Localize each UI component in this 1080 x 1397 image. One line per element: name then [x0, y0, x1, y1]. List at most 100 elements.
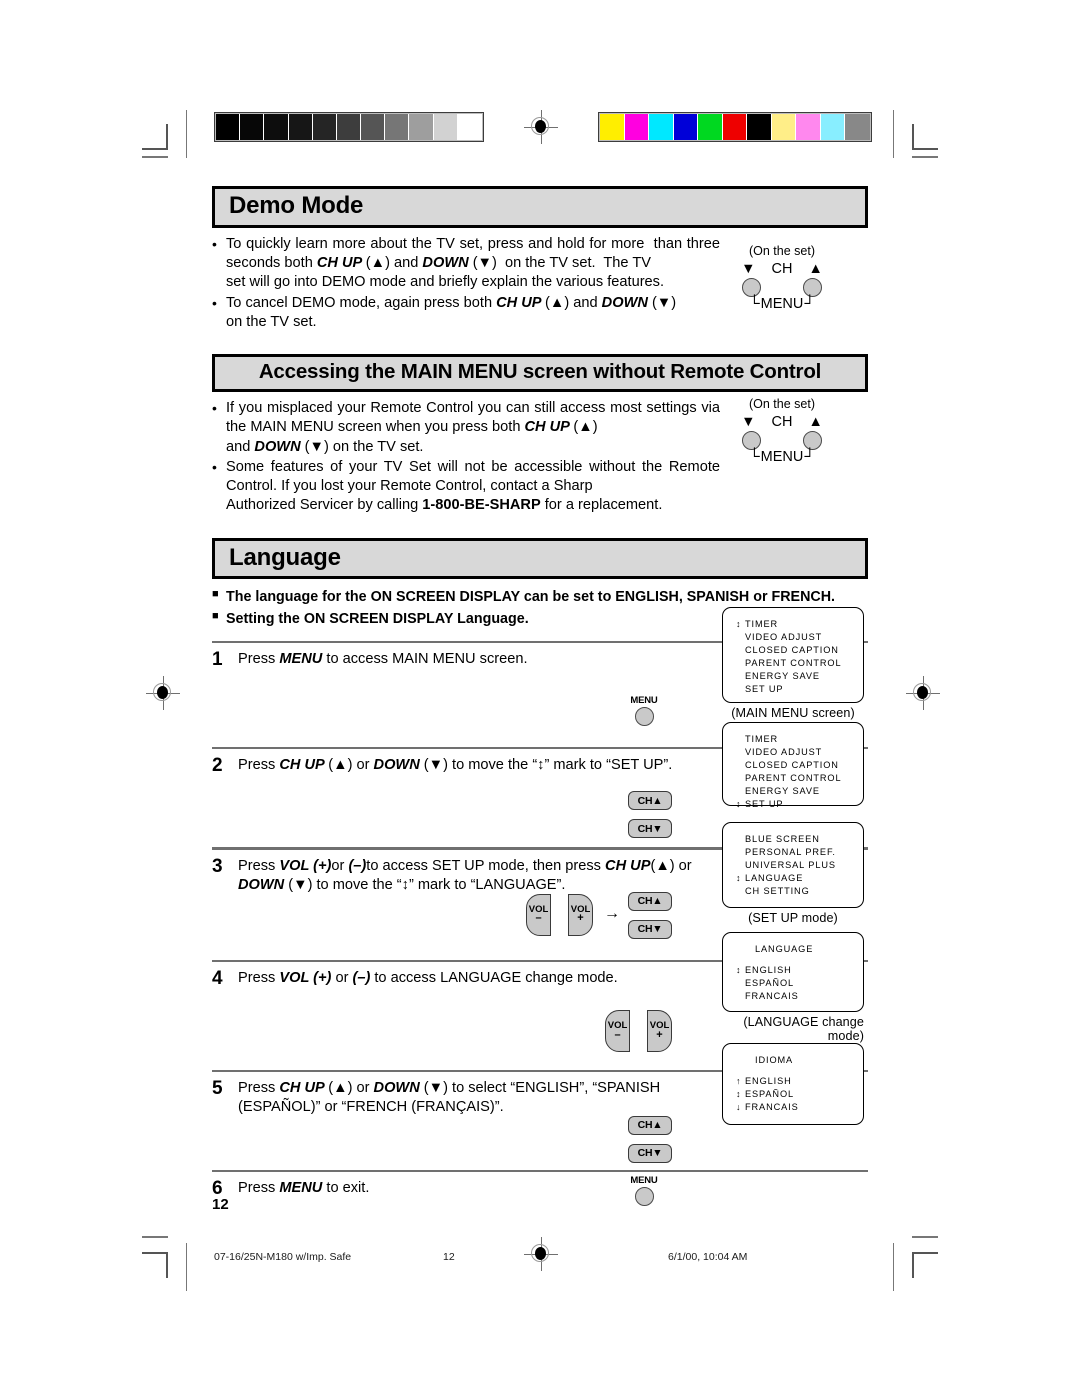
grayscale-calibration-bar	[214, 112, 484, 142]
onset-controls-main-menu: (On the set) ▼ CH ▲ └ MENU ┘	[718, 397, 846, 465]
step-number: 1	[212, 649, 223, 671]
osd-menu-item[interactable]: ESPAÑOL	[737, 977, 863, 990]
osd-menu-item[interactable]: PARENT CONTROL	[737, 657, 863, 670]
registration-mark-top-center	[524, 110, 558, 144]
osd-menu-item[interactable]: CLOSED CAPTION	[737, 644, 863, 657]
osd-menu-item[interactable]: ↕ TIMER	[736, 618, 863, 631]
trim-line-right-bottom	[893, 1243, 895, 1291]
menu-button-label: MENU	[630, 1175, 658, 1187]
gray-swatch	[288, 114, 313, 140]
color-swatch	[796, 114, 821, 140]
bracket-left-icon: └	[749, 295, 760, 312]
gray-swatch	[409, 114, 434, 140]
osd-menu-item[interactable]: ENERGY SAVE	[737, 785, 863, 798]
osd-menu-item-label: SET UP	[745, 799, 784, 810]
menu-button-label: MENU	[630, 695, 658, 707]
osd-screen-box: TIMER VIDEO ADJUST CLOSED CAPTION PARENT CO…	[722, 722, 864, 809]
color-swatch	[722, 114, 748, 140]
crop-tick-top-right	[912, 156, 938, 158]
color-swatch	[673, 114, 699, 140]
bullet-text: Some features of your TV Set will not be…	[226, 458, 720, 514]
osd-menu-item[interactable]: CH SETTING	[737, 885, 863, 898]
ch-up-button[interactable]: CH▲	[628, 1115, 672, 1135]
osd-menu-item-label: CH SETTING	[745, 886, 810, 897]
step-number: 5	[212, 1077, 223, 1099]
osd-menu-item[interactable]: BLUE SCREEN	[737, 833, 863, 846]
color-swatch	[747, 114, 772, 140]
osd-menu-item-label: CLOSED CAPTION	[745, 760, 839, 771]
onset-controls-demo-mode: (On the set) ▼ CH ▲ └ MENU ┘	[718, 244, 846, 312]
osd-menu-item[interactable]: ↑ ENGLISH	[736, 1075, 863, 1088]
osd-setup-mode-screen: BLUE SCREEN PERSONAL PREF. UNIVERSAL PLUS ↕…	[722, 822, 864, 925]
osd-menu-item-label: ESPAÑOL	[745, 1089, 795, 1100]
gray-swatch	[336, 114, 362, 140]
osd-menu-item[interactable]: VIDEO ADJUST	[737, 746, 863, 759]
osd-menu-item-label: PARENT CONTROL	[745, 658, 842, 669]
bullet-dot: •	[212, 294, 217, 311]
osd-menu-item[interactable]: CLOSED CAPTION	[737, 759, 863, 772]
menu-button-circle[interactable]	[634, 707, 654, 727]
osd-menu-item-label: ENGLISH	[745, 1076, 792, 1087]
ch-down-arrow-icon: ▼	[741, 414, 756, 430]
osd-menu-item-label: VIDEO ADJUST	[745, 632, 823, 643]
gray-swatch	[264, 114, 289, 140]
ch-up-button[interactable]: CH▲	[628, 891, 672, 911]
bullet-dot: •	[212, 235, 217, 252]
crop-tick-bottom-right	[912, 1236, 938, 1238]
color-calibration-bar	[598, 112, 872, 142]
vol-plus-button[interactable]: VOL +	[568, 893, 593, 936]
osd-menu-item[interactable]: ↕ ESPAÑOL	[736, 1088, 863, 1101]
osd-menu-item[interactable]: ↕ ENGLISH	[736, 964, 863, 977]
trim-line-left-bottom	[186, 1243, 188, 1291]
osd-menu-item[interactable]: PERSONAL PREF.	[737, 846, 863, 859]
osd-menu-item[interactable]: SET UP	[737, 683, 863, 696]
ch-up-button[interactable]: CH▲	[628, 791, 672, 811]
vol-minus-button[interactable]: VOL –	[526, 893, 551, 936]
note-text: The language for the ON SCREEN DISPLAY c…	[226, 589, 836, 606]
osd-menu-item[interactable]: ENERGY SAVE	[737, 670, 863, 683]
step-text: Press CH UP (▲) or DOWN (▼) to select “E…	[238, 1079, 661, 1115]
bracket-left-icon: └	[749, 448, 760, 465]
osd-screen-box: BLUE SCREEN PERSONAL PREF. UNIVERSAL PLUS ↕…	[722, 822, 864, 908]
osd-menu-item[interactable]: ↓ FRANCAIS	[736, 1101, 863, 1114]
osd-cursor-marker-icon: ↕	[736, 619, 741, 629]
footer-file-label: 07-16/25N-M180 w/Imp. Safe	[214, 1251, 352, 1263]
color-swatch	[600, 114, 625, 140]
step-number: 2	[212, 755, 223, 777]
osd-menu-item[interactable]: ↕ LANGUAGE	[736, 872, 863, 885]
osd-menu-item[interactable]: TIMER	[737, 733, 863, 746]
gray-swatch	[457, 114, 482, 140]
osd-menu-item[interactable]: PARENT CONTROL	[737, 772, 863, 785]
trim-line-right-top	[893, 110, 895, 158]
osd-menu-item[interactable]: FRANCAIS	[737, 990, 863, 1003]
osd-title: IDIOMA	[755, 1055, 794, 1065]
vol-minus-button[interactable]: VOL –	[605, 1009, 630, 1052]
square-bullet-icon: ■	[212, 588, 219, 601]
osd-screen-box: LANGUAGE ↕ ENGLISH ESPAÑOL FRANCAIS	[722, 932, 864, 1012]
ch-label: CH	[771, 261, 793, 277]
onset-caption: (On the set)	[749, 397, 815, 411]
osd-cursor-marker-icon: ↕	[736, 799, 741, 810]
osd-menu-item-label: SET UP	[745, 684, 784, 695]
menu-button[interactable]: MENU	[623, 695, 665, 727]
color-swatch	[845, 114, 870, 140]
osd-menu-item-label: PARENT CONTROL	[745, 773, 842, 784]
osd-menu-item-label: TIMER	[745, 734, 779, 744]
ch-down-button[interactable]: CH▼	[628, 1143, 672, 1163]
menu-label: MENU	[760, 296, 804, 312]
vol-plus-button[interactable]: VOL +	[647, 1009, 672, 1052]
crop-tick-top-left	[142, 156, 168, 158]
osd-caption: (SET UP mode)	[748, 911, 838, 925]
bullet-dot: •	[212, 458, 217, 475]
color-swatch	[698, 114, 723, 140]
osd-caption: (LANGUAGE change mode)	[743, 1015, 864, 1043]
osd-menu-item[interactable]: UNIVERSAL PLUS	[737, 859, 863, 872]
menu-button[interactable]: MENU	[623, 1175, 665, 1207]
ch-down-button[interactable]: CH▼	[628, 819, 672, 839]
menu-button-circle[interactable]	[634, 1187, 654, 1207]
bracket-right-icon: ┘	[804, 295, 815, 312]
osd-menu-item[interactable]: ↕ SET UP	[736, 798, 863, 811]
step-number: 4	[212, 967, 223, 989]
osd-menu-item[interactable]: VIDEO ADJUST	[737, 631, 863, 644]
ch-down-button[interactable]: CH▼	[628, 919, 672, 939]
